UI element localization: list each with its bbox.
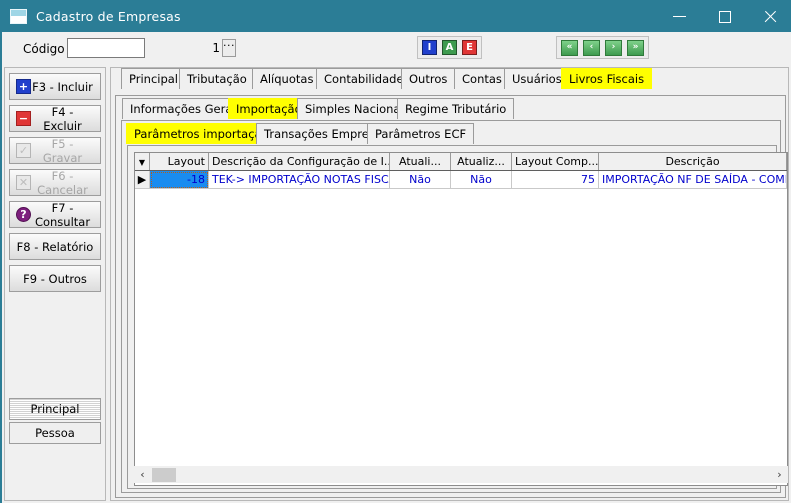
mode-button-i[interactable]: I (422, 40, 437, 55)
scrollbar-track[interactable] (176, 466, 771, 483)
close-button[interactable] (747, 1, 791, 32)
cell-descricao[interactable]: IMPORTAÇÃO NF DE SAÍDA - COMPLEMENTAR (598, 170, 787, 189)
tabs-level1: Principal Tributação Alíquotas Contabili… (111, 68, 788, 95)
codigo-field-wrapper: ··· (67, 38, 236, 58)
nav-last-button[interactable]: » (627, 39, 644, 56)
sidebar-button-gravar: ✓ F5 - Gravar (9, 136, 101, 165)
grid-header-atualiza-1[interactable]: Atuali... (389, 153, 451, 171)
window-title: Cadastro de Empresas (36, 9, 181, 24)
sidebar-button-excluir[interactable]: − F4 - Excluir (9, 104, 101, 133)
import-config-grid[interactable]: ▼ Layout Descrição da Configuração de I.… (134, 152, 788, 486)
sidebar-button-gravar-label: F5 - Gravar (42, 136, 83, 165)
sidebar-button-consultar[interactable]: ? F7 - Consultar (9, 200, 101, 229)
tab-parametros-ecf[interactable]: Parâmetros ECF (367, 123, 475, 144)
client-area: Código ··· I A E « ‹ › » + F3 - Incluir (2, 32, 791, 503)
mode-button-e[interactable]: E (462, 40, 477, 55)
top-toolbar: Código ··· I A E « ‹ › » (2, 32, 791, 66)
grid-header-layout-comp[interactable]: Layout Comp... (511, 153, 599, 171)
nav-prev-button[interactable]: ‹ (583, 39, 600, 56)
cell-atualiza-1[interactable]: Não (389, 170, 451, 189)
tab-livros-fiscais[interactable]: Livros Fiscais (561, 68, 653, 89)
grid-header-descricao-config[interactable]: Descrição da Configuração de I... (208, 153, 390, 171)
nav-first-button[interactable]: « (561, 39, 578, 56)
sidebar-button-outros[interactable]: F9 - Outros (9, 265, 101, 292)
maximize-icon (718, 10, 731, 23)
cell-descricao-config[interactable]: TEK-> IMPORTAÇÃO NOTAS FISCA (208, 170, 390, 189)
grid-table: ▼ Layout Descrição da Configuração de I.… (135, 153, 787, 189)
grid-sort-indicator-header[interactable]: ▼ (135, 153, 150, 171)
tab-aliquotas[interactable]: Alíquotas (252, 68, 322, 89)
tab-pane-importacao: Parâmetros importação Transações Empresa… (121, 120, 788, 493)
check-icon: ✓ (16, 143, 31, 158)
sidebar-button-outros-label: F9 - Outros (23, 271, 87, 286)
tab-contas[interactable]: Contas (454, 68, 510, 89)
nav-next-button[interactable]: › (605, 39, 622, 56)
table-row[interactable]: ▶ -18 TEK-> IMPORTAÇÃO NOTAS FISCA Não N… (135, 170, 787, 189)
grid-header-atualiza-2[interactable]: Atualiz... (450, 153, 512, 171)
sidebar-button-incluir-label: F3 - Incluir (32, 79, 93, 94)
scroll-right-icon[interactable]: › (771, 466, 788, 483)
codigo-input[interactable] (68, 39, 222, 57)
tab-usuarios[interactable]: Usuários (504, 68, 570, 89)
row-indicator: ▶ (135, 170, 150, 189)
tab-parametros-importacao[interactable]: Parâmetros importação (126, 123, 277, 144)
cell-atualiza-2[interactable]: Não (450, 170, 512, 189)
minimize-button[interactable] (657, 1, 702, 32)
sidebar-section-pessoa[interactable]: Pessoa (9, 422, 101, 444)
application-window: Cadastro de Empresas Código ··· I A E « … (0, 0, 791, 503)
tab-regime-tributario[interactable]: Regime Tributário (397, 98, 515, 119)
grid-header-row: ▼ Layout Descrição da Configuração de I.… (135, 153, 787, 171)
title-bar: Cadastro de Empresas (1, 1, 791, 32)
sidebar-section-principal[interactable]: Principal (9, 398, 101, 420)
chevron-down-icon: ▼ (138, 158, 146, 167)
sidebar-button-cancelar-label: F6 - Cancelar (37, 168, 88, 197)
tab-tributacao[interactable]: Tributação (179, 68, 255, 89)
sidebar-button-consultar-label: F7 - Consultar (34, 200, 91, 229)
main-panel: Principal Tributação Alíquotas Contabili… (110, 67, 789, 501)
sidebar-button-relatorio-label: F8 - Relatório (16, 239, 94, 254)
close-icon (763, 10, 777, 24)
scroll-left-icon[interactable]: ‹ (134, 466, 151, 483)
grid-horizontal-scrollbar[interactable]: ‹ › (134, 466, 788, 483)
grid-header-layout[interactable]: Layout (149, 153, 209, 171)
sidebar-button-excluir-label: F4 - Excluir (43, 104, 82, 133)
codigo-lookup-button[interactable]: ··· (222, 39, 236, 57)
mode-button-a[interactable]: A (442, 40, 457, 55)
sidebar-button-cancelar: ✕ F6 - Cancelar (9, 168, 101, 197)
minimize-icon (673, 16, 686, 17)
tab-principal[interactable]: Principal (121, 68, 187, 89)
tab-pane-parametros-importacao: ▼ Layout Descrição da Configuração de I.… (127, 145, 788, 489)
tab-simples-nacional[interactable]: Simples Nacional (297, 98, 412, 119)
cross-icon: ✕ (16, 175, 31, 190)
sidebar-section-switcher: Principal Pessoa (9, 398, 101, 446)
scrollbar-thumb[interactable] (152, 467, 176, 482)
window-controls (657, 1, 791, 32)
cell-layout-comp[interactable]: 75 (511, 170, 599, 189)
tabs-level2: Informações Gerais Importação Simples Na… (116, 96, 785, 120)
tab-pane-livros-fiscais: Informações Gerais Importação Simples Na… (115, 95, 788, 498)
plus-icon: + (16, 79, 31, 94)
sidebar-button-relatorio[interactable]: F8 - Relatório (9, 233, 101, 260)
window-icon (10, 9, 27, 24)
question-icon: ? (16, 207, 31, 222)
tabs-level3: Parâmetros importação Transações Empresa… (122, 121, 780, 145)
grid-header-descricao[interactable]: Descrição (598, 153, 787, 171)
minus-icon: − (16, 111, 31, 126)
navigation-toolbar: « ‹ › » (556, 36, 649, 59)
mode-toolbar: I A E (417, 36, 482, 59)
codigo-label: Código (23, 42, 65, 56)
sidebar: + F3 - Incluir − F4 - Excluir ✓ F5 - Gra… (4, 67, 106, 501)
sidebar-button-incluir[interactable]: + F3 - Incluir (9, 73, 101, 100)
tab-outros[interactable]: Outros (401, 68, 456, 89)
cell-layout[interactable]: -18 (149, 170, 209, 189)
maximize-button[interactable] (702, 1, 747, 32)
tab-contabilidade[interactable]: Contabilidade (316, 68, 412, 89)
